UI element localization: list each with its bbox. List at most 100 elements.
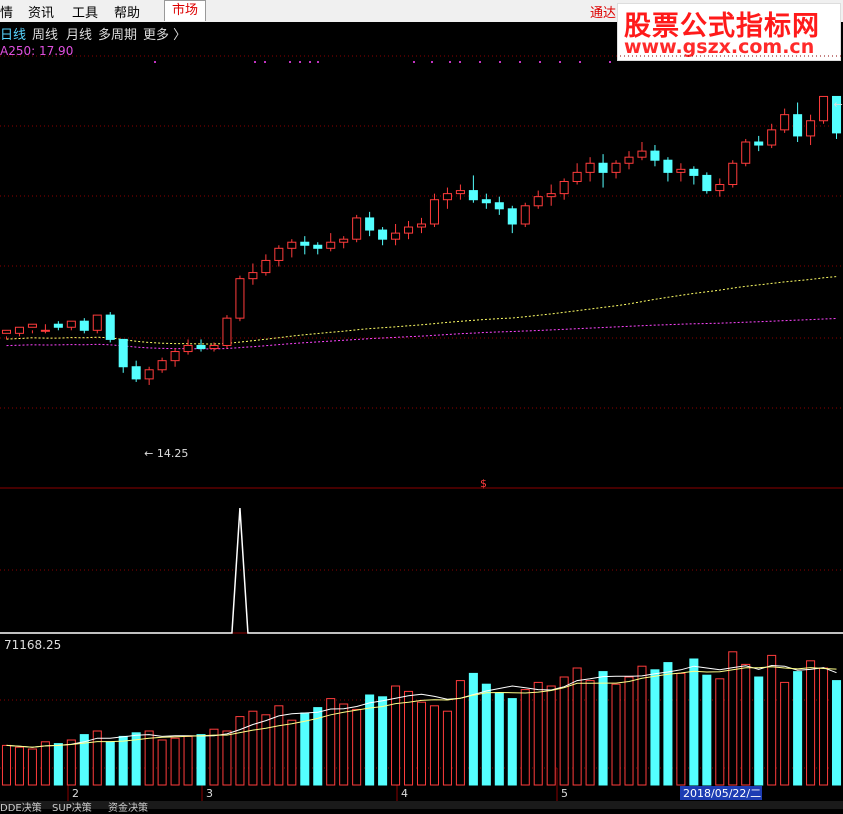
candle-up: [624, 156, 634, 164]
ma-dot-marker: [479, 61, 481, 63]
candle-down: [365, 217, 375, 231]
volume-bar-up: [442, 710, 452, 786]
candle-up: [209, 344, 219, 350]
candle-up: [416, 223, 427, 228]
stock-chart[interactable]: ← 25.81← 14.25$23452018/05/22/二: [0, 0, 843, 801]
candle-up: [572, 171, 582, 182]
candle-up: [27, 323, 37, 328]
volume-bar-down: [53, 743, 63, 786]
volume-bar-down: [650, 669, 660, 786]
volume-bar-up: [819, 667, 829, 786]
signal-marker: $: [480, 477, 487, 490]
candle-up: [248, 272, 258, 280]
candle-up: [235, 278, 245, 319]
candle-up: [66, 320, 76, 328]
candle-down: [481, 199, 491, 204]
candle-down: [105, 314, 115, 340]
candle-up: [287, 241, 297, 249]
candle-up: [637, 150, 647, 158]
volume-bar-up: [326, 698, 336, 786]
volume-bar-up: [637, 665, 647, 786]
candle-down: [79, 320, 89, 331]
candle-up: [352, 217, 362, 240]
volume-bar-up: [416, 701, 427, 786]
volume-bar-up: [66, 739, 76, 786]
bottom-tab-bar: DDE决策 SUP决策 资金决策: [0, 801, 843, 814]
candle-up: [144, 369, 154, 380]
candle-down: [702, 174, 712, 192]
tab-dde[interactable]: DDE决策: [0, 799, 42, 814]
candle-up: [546, 193, 556, 198]
volume-bar-up: [585, 680, 595, 786]
volume-bar-up: [261, 714, 271, 786]
ma-dot-marker: [499, 61, 501, 63]
volume-bar-down: [831, 680, 842, 786]
tab-fund[interactable]: 资金决策: [108, 799, 148, 814]
candle-up: [819, 95, 829, 122]
volume-bar-up: [248, 710, 258, 786]
volume-bar-up: [780, 681, 790, 786]
candle-up: [157, 360, 167, 371]
candle-down: [53, 323, 63, 328]
candle-up: [611, 162, 621, 173]
month-label: 5: [561, 787, 568, 800]
volume-bar-down: [468, 672, 478, 786]
tab-sup[interactable]: SUP决策: [52, 799, 92, 814]
candle-up: [520, 205, 530, 225]
volume-bar-down: [378, 696, 388, 786]
candle-up: [170, 351, 180, 362]
candle-up: [404, 226, 414, 234]
volume-bar-down: [793, 671, 803, 786]
volume-bar-down: [300, 712, 310, 786]
volume-bar-up: [455, 680, 465, 786]
candle-down: [313, 244, 323, 249]
ma-yellow-line: [6, 276, 837, 345]
volume-bar-down: [494, 692, 504, 786]
candle-up: [455, 190, 465, 195]
candle-up: [391, 232, 401, 240]
candle-down: [507, 208, 517, 225]
candle-up: [274, 247, 284, 261]
ma-dot-marker: [154, 61, 156, 63]
volume-bar-up: [40, 741, 50, 786]
volume-bar-up: [170, 737, 180, 786]
candle-down: [300, 241, 310, 246]
candle-up: [767, 129, 777, 146]
volume-bar-up: [287, 719, 297, 786]
volume-bar-up: [183, 735, 193, 786]
candle-up: [1, 329, 12, 334]
volume-bar-up: [676, 672, 686, 786]
candle-down: [378, 229, 388, 240]
ma-dot-marker: [299, 61, 301, 63]
volume-bar-down: [689, 658, 699, 786]
candle-down: [754, 141, 764, 146]
volume-bar-up: [533, 681, 543, 786]
candle-down: [598, 162, 608, 173]
candle-up: [183, 344, 193, 353]
ma-dot-marker: [519, 61, 521, 63]
volume-bar-up: [767, 654, 777, 786]
candle-up: [728, 162, 738, 186]
volume-bar-up: [27, 748, 37, 786]
month-label: 3: [206, 787, 213, 800]
volume-bar-down: [754, 676, 764, 786]
volume-bar-down: [131, 732, 141, 786]
candle-up: [780, 114, 790, 131]
candle-up: [741, 141, 751, 164]
candle-up: [14, 326, 24, 334]
candle-down: [468, 190, 478, 201]
volume-bar-up: [352, 708, 362, 786]
ma-dot-marker: [289, 61, 291, 63]
volume-bar-up: [144, 730, 154, 786]
volume-bar-up: [728, 651, 738, 786]
volume-bar-up: [222, 730, 232, 786]
volume-bar-down: [105, 741, 115, 786]
ma-dot-marker: [559, 61, 561, 63]
volume-bar-up: [741, 663, 751, 786]
price-high-label: ← 25.81: [834, 98, 843, 111]
volume-bar-down: [481, 683, 491, 786]
volume-bar-up: [572, 667, 582, 786]
volume-bar-up: [14, 746, 24, 786]
volume-bar-down: [702, 674, 712, 786]
ma-dot-marker: [539, 61, 541, 63]
